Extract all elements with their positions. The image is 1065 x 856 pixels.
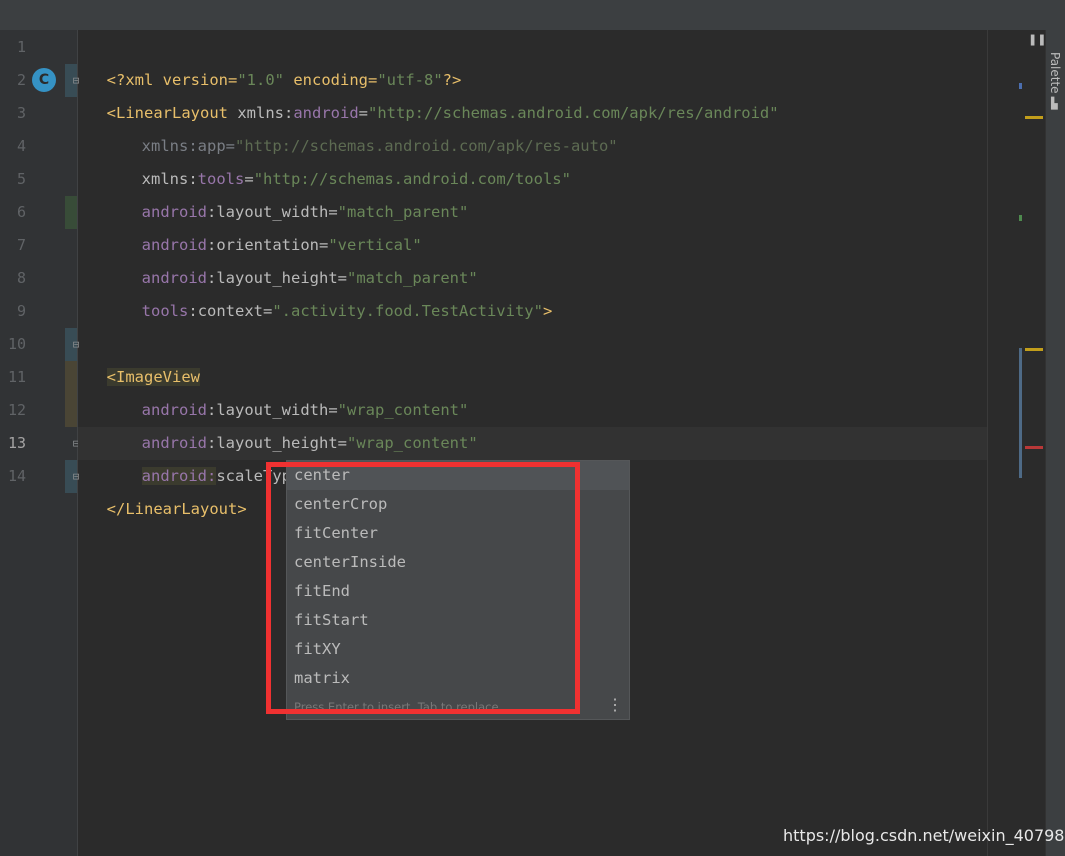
- attr-value: "wrap_content": [347, 434, 478, 452]
- code-line-3[interactable]: xmlns:app="http://schemas.android.com/ap…: [123, 97, 618, 155]
- line-number: 6: [16, 203, 26, 221]
- completion-item-center[interactable]: center: [287, 461, 629, 490]
- completion-item-fitend[interactable]: fitEnd: [287, 577, 629, 606]
- line-number: 7: [16, 236, 26, 254]
- line-number: 11: [7, 368, 26, 386]
- completion-item-centerinside[interactable]: centerInside: [287, 548, 629, 577]
- error-stripe[interactable]: [1010, 30, 1045, 856]
- fold-collapse-icon[interactable]: ⊟: [70, 74, 82, 87]
- stripe-marker[interactable]: [1019, 215, 1022, 221]
- scrollbar-thumb[interactable]: [1019, 348, 1022, 478]
- line-number: 10: [7, 335, 26, 353]
- code-line-13[interactable]: android:scaleType=""/>: [123, 427, 352, 485]
- line-number: 2: [16, 71, 26, 89]
- code-line-7[interactable]: android:layout_height="match_parent": [123, 229, 478, 287]
- code-line-12[interactable]: android:layout_height="wrap_content": [123, 394, 478, 452]
- palette-tool-tab[interactable]: Palette: [1048, 52, 1062, 96]
- line-number: 9: [16, 302, 26, 320]
- completion-item-fitxy[interactable]: fitXY: [287, 635, 629, 664]
- change-marker[interactable]: [65, 361, 77, 394]
- namespace-prefix: tools: [141, 302, 189, 320]
- line-number: 14: [7, 467, 26, 485]
- completion-item-matrix[interactable]: matrix: [287, 664, 629, 693]
- completion-hint: Press Enter to insert, Tab to replace: [294, 700, 499, 714]
- line-number: 4: [16, 137, 26, 155]
- class-gutter-icon[interactable]: C: [32, 68, 56, 92]
- right-tool-sidebar: [1045, 30, 1065, 856]
- line-number: 8: [16, 269, 26, 287]
- vertical-ellipsis-icon[interactable]: ⋮: [607, 695, 623, 715]
- tag-close: >: [542, 302, 553, 320]
- stripe-marker[interactable]: [1019, 83, 1022, 89]
- line-number: 12: [7, 401, 26, 419]
- line-number-current: 13: [7, 434, 26, 452]
- code-line-6[interactable]: android:orientation="vertical": [123, 196, 422, 254]
- line-number: 5: [16, 170, 26, 188]
- colon: :: [188, 302, 198, 320]
- code-line-10[interactable]: <ImageView: [88, 328, 200, 386]
- tag-close: </LinearLayout>: [106, 500, 247, 518]
- code-line-1[interactable]: <?xml version="1.0" encoding="utf-8"?>: [88, 31, 462, 89]
- code-line-2[interactable]: <LinearLayout xmlns:android="http://sche…: [88, 64, 779, 122]
- editor-tab-bar: [0, 0, 1065, 30]
- stripe-marker[interactable]: [1025, 446, 1043, 449]
- fold-collapse-icon[interactable]: ⊟: [70, 338, 82, 351]
- code-line-11[interactable]: android:layout_width="wrap_content": [123, 361, 469, 419]
- right-margin-guide: [987, 30, 988, 856]
- attr-value: ".activity.food.TestActivity": [272, 302, 543, 320]
- autocomplete-popup: center centerCrop fitCenter centerInside…: [286, 460, 630, 720]
- fold-end-icon[interactable]: ⊟: [70, 470, 82, 483]
- line-number: 3: [16, 104, 26, 122]
- completion-item-fitcenter[interactable]: fitCenter: [287, 519, 629, 548]
- code-line-14[interactable]: </LinearLayout>: [88, 460, 247, 518]
- completion-item-fitstart[interactable]: fitStart: [287, 606, 629, 635]
- completion-item-centercrop[interactable]: centerCrop: [287, 490, 629, 519]
- pause-icon[interactable]: ❚❚: [1028, 33, 1046, 46]
- line-number: 1: [16, 38, 26, 56]
- watermark: https://blog.csdn.net/weixin_40798907: [783, 826, 1065, 845]
- code-line-4[interactable]: xmlns:tools="http://schemas.android.com/…: [123, 130, 571, 188]
- attr-name: context=: [197, 302, 273, 320]
- stripe-marker[interactable]: [1025, 116, 1043, 119]
- change-marker[interactable]: [65, 394, 77, 427]
- change-marker[interactable]: [65, 196, 77, 229]
- code-line-5[interactable]: android:layout_width="match_parent": [123, 163, 469, 221]
- code-line-8[interactable]: tools:context=".activity.food.TestActivi…: [123, 262, 553, 320]
- stripe-marker[interactable]: [1025, 348, 1043, 351]
- palette-icon[interactable]: ▙: [1051, 98, 1063, 110]
